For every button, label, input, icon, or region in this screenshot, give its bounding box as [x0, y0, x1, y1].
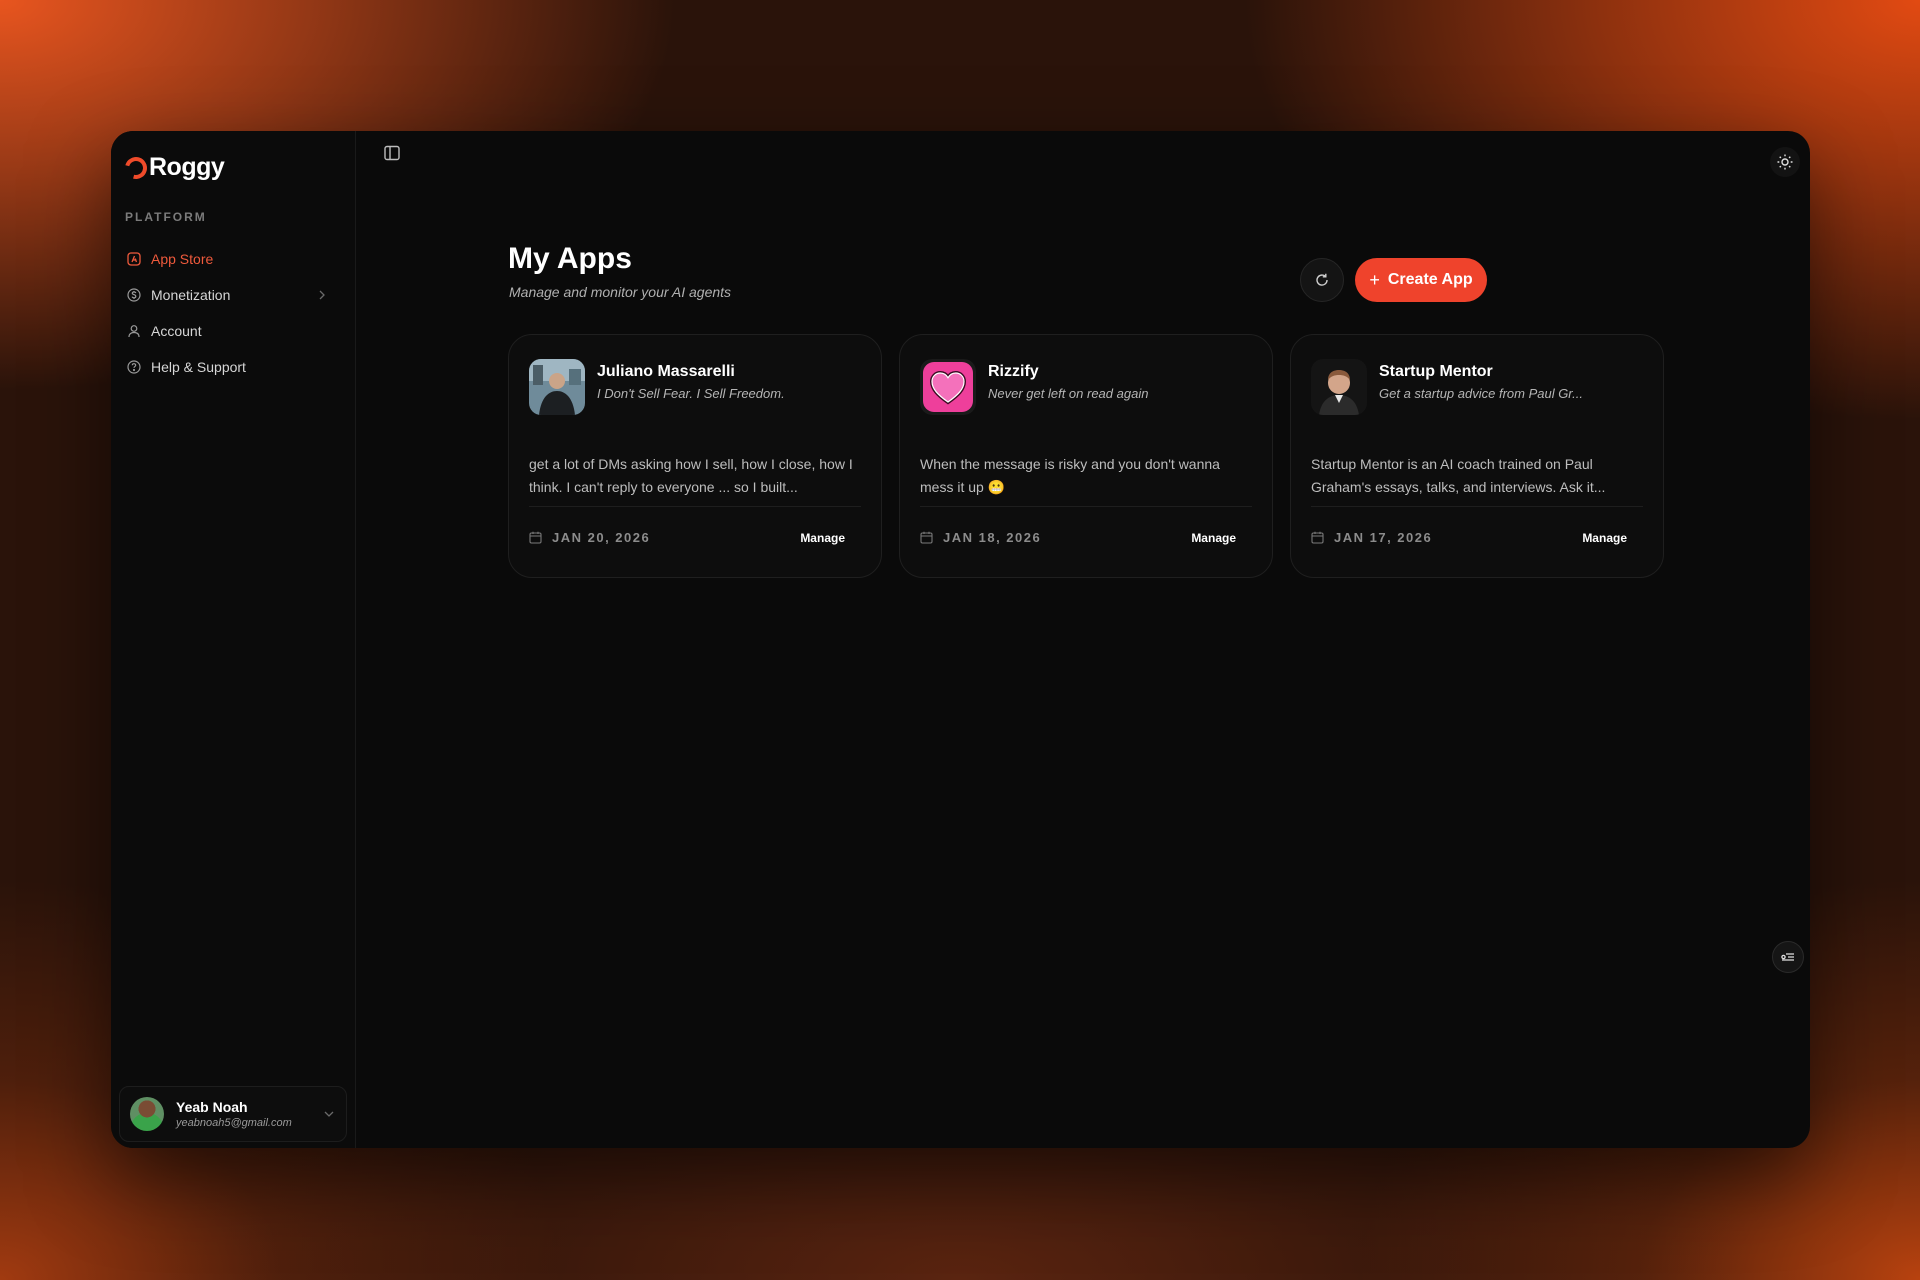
- sidebar-item-app-store[interactable]: App Store: [119, 241, 341, 277]
- app-description: Startup Mentor is an AI coach trained on…: [1311, 456, 1606, 495]
- user-info: Yeab Noah yeabnoah5@gmail.com: [176, 1099, 292, 1129]
- brand-logo[interactable]: Roggy: [120, 152, 225, 183]
- app-card-startup-mentor[interactable]: Startup Mentor Get a startup advice from…: [1290, 334, 1664, 578]
- card-divider: [920, 506, 1252, 507]
- apps-grid: Juliano Massarelli I Don't Sell Fear. I …: [508, 334, 1664, 578]
- create-app-label: Create App: [1387, 271, 1473, 288]
- app-date-text: JAN 18, 2026: [943, 530, 1042, 545]
- app-name: Rizzify: [988, 363, 1039, 380]
- sidebar-item-label: Monetization: [151, 287, 231, 303]
- app-tagline: I Don't Sell Fear. I Sell Freedom.: [597, 386, 785, 401]
- app-card-juliano-massarelli[interactable]: Juliano Massarelli I Don't Sell Fear. I …: [508, 334, 882, 578]
- page-subtitle: Manage and monitor your AI agents: [509, 284, 732, 300]
- sidebar-item-label: App Store: [151, 251, 214, 267]
- sidebar-item-help-support[interactable]: Help & Support: [119, 349, 341, 385]
- manage-button[interactable]: Manage: [800, 531, 845, 545]
- sidebar-item-label: Account: [151, 323, 202, 339]
- app-description: get a lot of DMs asking how I sell, how …: [529, 456, 853, 495]
- app-date: JAN 20, 2026: [529, 530, 650, 545]
- sun-icon: [1777, 154, 1793, 170]
- roggy-logo-icon: [120, 152, 152, 183]
- app-tagline: Never get left on read again: [988, 386, 1149, 401]
- sidebar-item-monetization[interactable]: Monetization: [119, 277, 341, 313]
- sidebar-nav: App Store Monetization Account Help & Su…: [119, 241, 341, 385]
- calendar-icon: [920, 531, 933, 544]
- sidebar-item-account[interactable]: Account: [119, 313, 341, 349]
- settings-toggle-button[interactable]: [1772, 941, 1804, 973]
- app-avatar: [529, 359, 585, 415]
- manage-button[interactable]: Manage: [1191, 531, 1236, 545]
- app-date: JAN 17, 2026: [1311, 530, 1432, 545]
- help-circle-icon: [127, 360, 141, 374]
- app-name: Startup Mentor: [1379, 363, 1493, 380]
- app-tagline: Get a startup advice from Paul Gr...: [1379, 386, 1583, 401]
- chevron-right-icon: [315, 288, 329, 302]
- app-window: Roggy PLATFORM App Store Monetization Ac…: [111, 131, 1810, 1148]
- app-date-text: JAN 17, 2026: [1334, 530, 1433, 545]
- app-store-icon: [127, 252, 141, 266]
- refresh-button[interactable]: [1300, 258, 1344, 302]
- app-avatar: [920, 359, 976, 415]
- sidebar: Roggy PLATFORM App Store Monetization Ac…: [111, 131, 356, 1148]
- card-divider: [529, 506, 861, 507]
- user-avatar: [130, 1097, 164, 1131]
- app-card-rizzify[interactable]: Rizzify Never get left on read again Whe…: [899, 334, 1273, 578]
- brand-name: Roggy: [149, 153, 225, 181]
- user-name: Yeab Noah: [176, 1099, 248, 1115]
- user-email: yeabnoah5@gmail.com: [176, 1117, 292, 1129]
- app-date-text: JAN 20, 2026: [552, 530, 651, 545]
- theme-toggle-button[interactable]: [1770, 147, 1800, 177]
- user-menu[interactable]: Yeab Noah yeabnoah5@gmail.com: [119, 1086, 347, 1142]
- dollar-circle-icon: [127, 288, 141, 302]
- chevron-down-icon: [322, 1107, 336, 1121]
- sidebar-item-label: Help & Support: [151, 359, 246, 375]
- refresh-icon: [1316, 273, 1328, 286]
- user-icon: [127, 324, 141, 338]
- sliders-icon: [1781, 953, 1794, 961]
- create-app-button[interactable]: + Create App: [1355, 258, 1487, 302]
- panel-left-icon: [384, 145, 400, 161]
- sidebar-section-label: PLATFORM: [125, 210, 207, 224]
- card-divider: [1311, 506, 1643, 507]
- sidebar-toggle-button[interactable]: [383, 144, 401, 162]
- main-content: My Apps Manage and monitor your AI agent…: [356, 131, 1810, 1148]
- plus-icon: +: [1369, 269, 1380, 290]
- calendar-icon: [1311, 531, 1324, 544]
- manage-button[interactable]: Manage: [1582, 531, 1627, 545]
- app-date: JAN 18, 2026: [920, 530, 1041, 545]
- app-description: When the message is risky and you don't …: [920, 456, 1220, 495]
- page-title: My Apps: [508, 242, 632, 275]
- app-name: Juliano Massarelli: [597, 363, 735, 380]
- calendar-icon: [529, 531, 542, 544]
- app-avatar: [1311, 359, 1367, 415]
